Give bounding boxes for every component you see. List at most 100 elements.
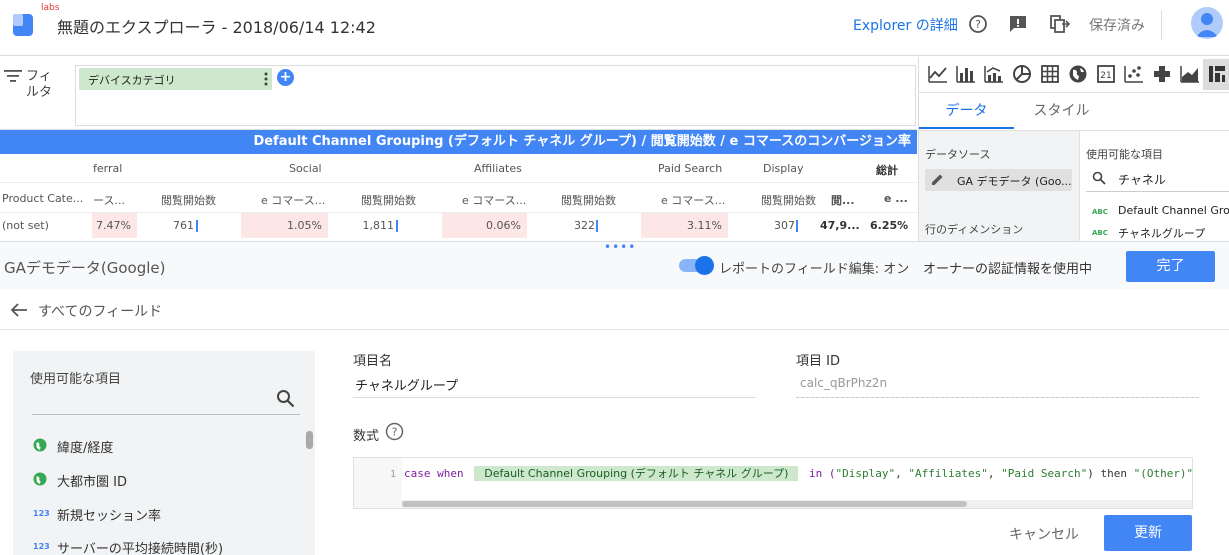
number-type-icon: 123 — [33, 509, 50, 518]
table-cell: 1,811 — [362, 219, 395, 232]
more-vert-icon[interactable] — [264, 71, 268, 87]
field-search-input[interactable]: チャネル — [1118, 171, 1166, 188]
scrollbar-thumb[interactable] — [402, 501, 967, 507]
scorecard-icon[interactable]: 21 — [1095, 63, 1117, 85]
field-label: 新規セッション率 — [57, 509, 162, 524]
owner-credentials-label[interactable]: オーナーの認証情報を使用中 — [923, 258, 1092, 277]
field-item[interactable]: Default Channel Grou... — [1118, 204, 1229, 217]
datasource-heading: データソース — [925, 148, 991, 161]
code-string: "(Other)" — [1133, 467, 1193, 480]
input-underline — [796, 397, 1199, 398]
top-bar: labs 無題のエクスプローラ - 2018/06/14 12:42 Explo… — [0, 0, 1229, 56]
formula-label: 数式 — [353, 429, 380, 444]
globe-icon — [33, 438, 47, 452]
all-fields-link[interactable]: すべてのフィールド — [38, 301, 162, 321]
column-header[interactable]: e コマース... — [261, 192, 325, 208]
field-label: 大都市圏 ID — [57, 475, 127, 490]
field-name-label: 項目名 — [353, 354, 393, 369]
explorer-details-link[interactable]: Explorer の詳細 — [853, 15, 958, 35]
properties-panel: 21 データ スタイル データソース GA デモデータ (Goo... 行のディ… — [918, 57, 1229, 241]
field-name-input[interactable]: チャネルグループ — [355, 375, 458, 394]
table-cell: 0.06% — [442, 213, 527, 238]
bar-chart-icon[interactable] — [955, 63, 977, 85]
update-button[interactable]: 更新 — [1104, 515, 1192, 551]
scrollbar[interactable] — [402, 500, 1192, 508]
back-row: すべてのフィールド — [0, 290, 1229, 330]
edit-pencil-icon[interactable] — [930, 172, 945, 187]
datasource-chip[interactable]: GA デモデータ (Goo... — [925, 169, 1072, 191]
inline-bar — [596, 220, 598, 232]
number-type-icon: 123 — [33, 542, 50, 551]
filter-box[interactable]: デバイスカテゴリ — [75, 65, 916, 126]
datasource-title: GAデモデータ(Google) — [4, 259, 166, 277]
data-studio-logo-icon[interactable] — [11, 12, 37, 38]
list-item[interactable]: 大都市圏 ID — [33, 469, 303, 491]
code-punct: , — [895, 467, 902, 480]
code-string: "Paid Search" — [1001, 467, 1088, 480]
tab-data[interactable]: データ — [919, 93, 1014, 129]
available-fields-heading: 使用可能な項目 — [30, 372, 122, 387]
scatter-chart-icon[interactable] — [1123, 63, 1145, 85]
list-item[interactable]: 緯度/経度 — [33, 435, 303, 457]
search-icon[interactable] — [1092, 171, 1106, 185]
table-cell: 322 — [574, 219, 595, 232]
formula-code-line[interactable]: case when Default Channel Grouping (デフォル… — [404, 465, 1193, 483]
formula-field-chip[interactable]: Default Channel Grouping (デフォルト チャネル グルー… — [474, 466, 799, 481]
tab-style[interactable]: スタイル — [1014, 93, 1109, 129]
column-header[interactable]: 閲覧開始数 — [161, 192, 216, 208]
search-underline — [1086, 191, 1229, 192]
cancel-button[interactable]: キャンセル — [1009, 524, 1079, 544]
add-filter-button[interactable]: + — [277, 69, 294, 86]
column-header[interactable]: 閲... — [831, 192, 855, 208]
filter-list-icon — [4, 70, 22, 82]
bullet-chart-icon[interactable] — [1206, 63, 1228, 85]
column-header[interactable]: 閲覧開始数 — [361, 192, 416, 208]
column-header[interactable]: e コマース... — [462, 192, 526, 208]
svg-text:?: ? — [975, 18, 981, 31]
scrollbar[interactable] — [306, 431, 313, 449]
column-header[interactable]: e ... — [884, 192, 908, 205]
filter-row: フィルタ デバイスカテゴリ + — [0, 57, 917, 130]
search-icon[interactable] — [276, 389, 295, 408]
pivot-table-icon[interactable] — [1151, 63, 1173, 85]
done-button[interactable]: 完了 — [1126, 251, 1215, 282]
feedback-icon[interactable] — [1007, 13, 1029, 35]
back-arrow-icon[interactable] — [10, 302, 28, 318]
geo-map-icon[interactable] — [1067, 63, 1089, 85]
export-icon[interactable] — [1048, 13, 1070, 35]
column-header[interactable]: 閲覧開始数 — [561, 192, 616, 208]
column-header[interactable]: 閲覧開始数 — [761, 192, 816, 208]
data-config-column: データソース GA デモデータ (Goo... 行のディメンション — [919, 130, 1079, 241]
pivot-table: Default Channel Grouping (デフォルト チャネル グルー… — [0, 130, 917, 240]
code-keyword: case when — [404, 467, 464, 480]
code-string: "Display" — [835, 467, 896, 480]
field-edit-toggle[interactable] — [679, 256, 714, 275]
column-header[interactable]: Product Cate... — [2, 192, 83, 205]
resize-handle-icon[interactable]: •••• — [604, 241, 636, 253]
column-header[interactable]: ース... — [93, 192, 125, 208]
help-icon[interactable]: ? — [967, 13, 989, 35]
help-icon[interactable]: ? — [385, 422, 404, 441]
available-fields-heading: 使用可能な項目 — [1086, 148, 1163, 161]
table-cell: 761 — [173, 219, 194, 232]
input-underline — [353, 397, 756, 398]
line-chart-icon[interactable] — [927, 63, 949, 85]
avatar[interactable] — [1191, 7, 1223, 39]
pie-chart-icon[interactable] — [1011, 63, 1033, 85]
saved-status: 保存済み — [1089, 18, 1145, 34]
list-item[interactable]: 123 サーバーの平均接続時間(秒) — [33, 536, 303, 555]
group-header-display: Display — [763, 162, 804, 175]
globe-icon — [33, 472, 47, 486]
code-keyword: ) then — [1087, 467, 1127, 480]
chart-type-bar: 21 — [919, 57, 1229, 93]
area-chart-icon[interactable] — [1179, 63, 1201, 85]
formula-editor[interactable]: 1 case when Default Channel Grouping (デフ… — [353, 457, 1193, 509]
list-item[interactable]: 123 新規セッション率 — [33, 503, 303, 525]
table-icon[interactable] — [1039, 63, 1061, 85]
page-title[interactable]: 無題のエクスプローラ - 2018/06/14 12:42 — [57, 14, 376, 38]
column-header[interactable]: e コマース... — [661, 192, 725, 208]
filter-chip-device-category[interactable]: デバイスカテゴリ — [79, 68, 272, 90]
combo-chart-icon[interactable] — [983, 63, 1005, 85]
field-item[interactable]: チャネルグループ — [1118, 225, 1205, 241]
user-icon — [1196, 13, 1218, 37]
